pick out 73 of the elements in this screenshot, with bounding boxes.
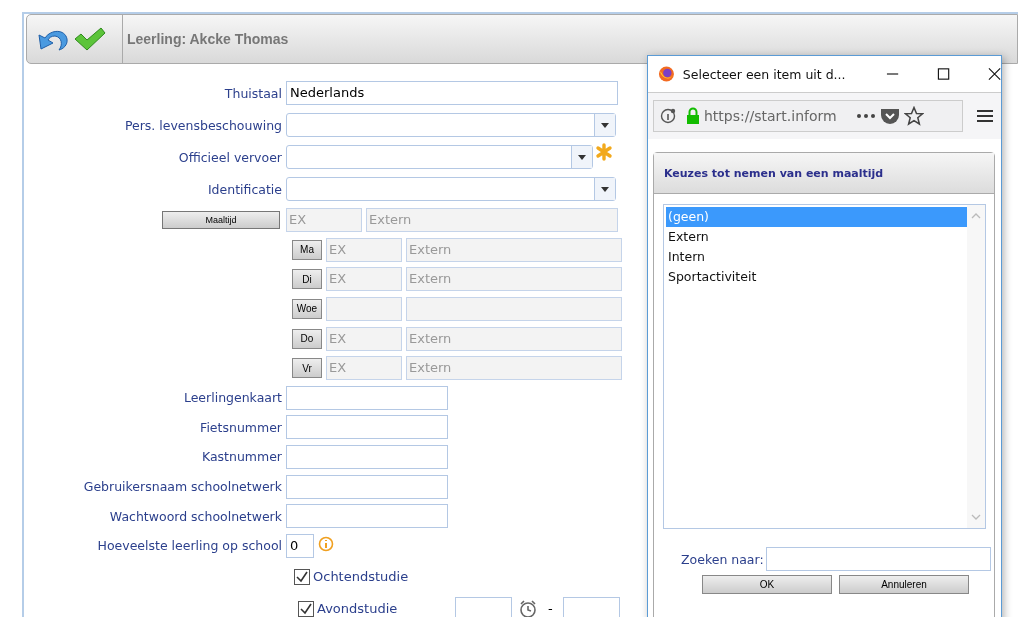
close-icon[interactable] bbox=[987, 67, 1001, 81]
meal-button[interactable]: Maaltijd bbox=[162, 211, 280, 229]
meal-field: Extern bbox=[406, 326, 622, 351]
scroll-up-icon[interactable] bbox=[971, 213, 981, 219]
checkbox[interactable] bbox=[298, 600, 314, 617]
browser-logo-icon bbox=[658, 65, 675, 83]
maximize-icon[interactable] bbox=[936, 67, 950, 81]
field-label: Officieel vervoer bbox=[177, 149, 283, 165]
day-button[interactable]: Do bbox=[292, 328, 322, 349]
field-label: Gebruikersnaam schoolnetwerk bbox=[82, 479, 283, 495]
address-bar[interactable]: https://start.inform bbox=[653, 100, 963, 132]
more-icon[interactable] bbox=[856, 113, 876, 119]
menu-icon[interactable] bbox=[977, 109, 993, 123]
text-field[interactable] bbox=[286, 504, 448, 529]
list-item[interactable]: Extern bbox=[666, 227, 967, 247]
time-separator: - bbox=[548, 601, 553, 617]
url-text: https://start.inform bbox=[704, 108, 838, 124]
field-label: Fietsnummer bbox=[199, 419, 283, 435]
day-button[interactable]: Di bbox=[292, 269, 322, 290]
code-field: EX bbox=[326, 326, 402, 351]
search-label: Zoeken naar: bbox=[681, 551, 764, 567]
list-item[interactable]: Sportactiviteit bbox=[666, 267, 967, 287]
day-button[interactable]: Woe bbox=[292, 299, 322, 319]
meal-field: Extern bbox=[406, 356, 622, 381]
dropdown-field[interactable] bbox=[286, 145, 593, 169]
dialog-button[interactable]: OK bbox=[702, 575, 832, 594]
checkbox-label: Ochtendstudie bbox=[313, 569, 410, 585]
field-label: Leerlingenkaart bbox=[182, 390, 283, 406]
text-field[interactable] bbox=[286, 385, 448, 410]
field-label: Identificatie bbox=[206, 181, 283, 197]
code-field: EX bbox=[326, 356, 402, 381]
code-field: EX bbox=[326, 267, 402, 292]
meal-field: Extern bbox=[406, 267, 622, 292]
alarm-clock-icon[interactable] bbox=[518, 598, 538, 617]
list-item[interactable]: Intern bbox=[666, 247, 967, 267]
scrollbar[interactable] bbox=[967, 205, 985, 528]
dropdown-arrow-icon bbox=[601, 186, 609, 192]
text-field[interactable] bbox=[286, 444, 448, 469]
dropdown-field[interactable] bbox=[286, 177, 616, 201]
day-button[interactable]: Ma bbox=[292, 239, 322, 260]
field-label: Wachtwoord schoolnetwerk bbox=[108, 508, 283, 524]
time-field[interactable] bbox=[455, 596, 512, 617]
checkmark-icon[interactable] bbox=[73, 26, 107, 52]
scroll-down-icon[interactable] bbox=[971, 514, 981, 520]
dropdown-field[interactable] bbox=[286, 113, 616, 137]
pocket-icon[interactable] bbox=[880, 107, 900, 125]
time-field[interactable] bbox=[562, 596, 620, 617]
checkbox-label: Avondstudie bbox=[317, 601, 399, 617]
day-button[interactable]: Vr bbox=[292, 358, 322, 379]
text-field[interactable] bbox=[286, 415, 448, 440]
meal-field: Extern bbox=[406, 237, 622, 262]
dialog-button[interactable]: Annuleren bbox=[839, 575, 969, 594]
dropdown-arrow-icon bbox=[601, 122, 609, 128]
text-field[interactable] bbox=[286, 474, 448, 499]
code-field: EX bbox=[286, 208, 362, 232]
meal-field: Extern bbox=[366, 208, 618, 232]
field-label: Hoeveelste leerling op school bbox=[96, 538, 283, 554]
field-label: Thuistaal bbox=[223, 85, 283, 101]
dropdown-arrow-icon bbox=[578, 154, 586, 160]
code-field: EX bbox=[326, 237, 402, 262]
page-title: Leerling: Akcke Thomas bbox=[127, 31, 289, 47]
star-icon[interactable] bbox=[904, 106, 924, 126]
number-field[interactable]: 0 bbox=[286, 533, 314, 558]
search-field[interactable] bbox=[765, 547, 991, 571]
asterisk-icon bbox=[595, 143, 613, 161]
window-title: Selecteer een item uit d... bbox=[682, 66, 847, 82]
field-label: Kastnummer bbox=[200, 449, 283, 465]
text-field[interactable]: Nederlands bbox=[286, 81, 618, 105]
panel-title: Keuzes tot nemen van een maaltijd bbox=[664, 166, 884, 180]
field-label: Pers. levensbeschouwing bbox=[123, 117, 283, 133]
info-icon bbox=[318, 535, 334, 552]
checkbox[interactable] bbox=[294, 568, 310, 585]
padlock-icon bbox=[686, 107, 700, 125]
